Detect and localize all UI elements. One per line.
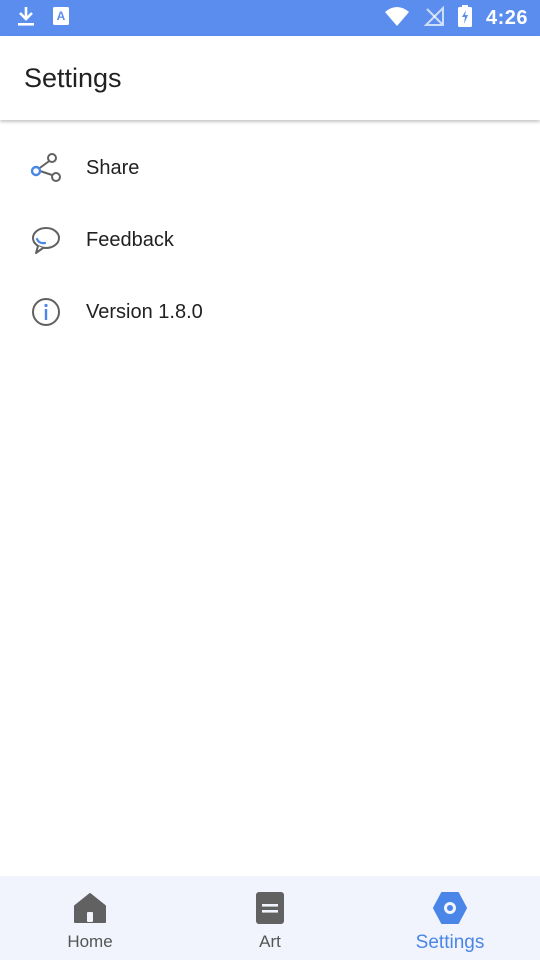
svg-text:A: A [57, 9, 66, 23]
nav-item-settings[interactable]: Settings [360, 876, 540, 960]
no-signal-icon [423, 5, 444, 31]
share-icon [28, 150, 64, 186]
art-icon [252, 890, 288, 926]
feedback-icon [28, 222, 64, 258]
download-icon [16, 5, 36, 32]
battery-charging-icon [457, 4, 472, 32]
settings-item-share[interactable]: Share [0, 132, 540, 204]
nav-label: Settings [415, 932, 485, 953]
page-title: Settings [24, 62, 122, 93]
nav-item-art[interactable]: Art [180, 876, 360, 960]
status-left: A [16, 5, 70, 32]
home-icon [72, 890, 108, 926]
settings-icon [432, 890, 468, 926]
settings-item-label: Share [86, 156, 140, 179]
nav-item-home[interactable]: Home [0, 876, 180, 960]
status-bar: A 4:26 [0, 0, 540, 36]
settings-item-feedback[interactable]: Feedback [0, 204, 540, 276]
bottom-nav: Home Art Settings [0, 876, 540, 960]
info-icon [28, 294, 64, 330]
wifi-icon [384, 6, 410, 31]
settings-item-label: Feedback [86, 228, 174, 251]
nav-label: Home [67, 932, 113, 951]
settings-list: Share Feedback Version 1.8.0 [0, 132, 540, 348]
status-time: 4:26 [485, 6, 528, 29]
text-a-icon: A [52, 6, 70, 31]
app-bar: Settings [0, 36, 540, 120]
settings-item-label: Version 1.8.0 [86, 300, 203, 323]
settings-item-version[interactable]: Version 1.8.0 [0, 276, 540, 348]
nav-label: Art [259, 932, 281, 951]
status-right: 4:26 [384, 4, 528, 32]
